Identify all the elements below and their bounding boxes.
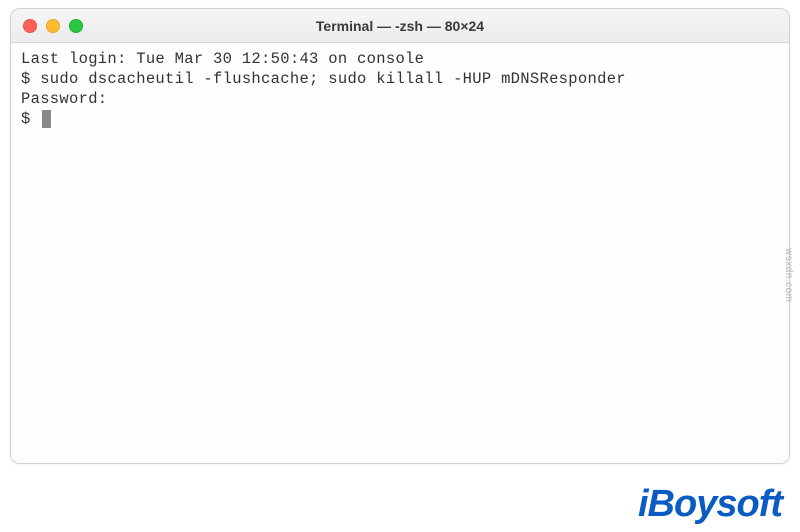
watermark-logo: iBoysoft <box>638 483 782 526</box>
terminal-line-password: Password: <box>21 89 779 109</box>
source-label: wsxdn.com <box>783 248 794 303</box>
window-title: Terminal — -zsh — 80×24 <box>11 18 789 34</box>
terminal-line-last-login: Last login: Tue Mar 30 12:50:43 on conso… <box>21 49 779 69</box>
terminal-body[interactable]: Last login: Tue Mar 30 12:50:43 on conso… <box>11 43 789 463</box>
maximize-icon[interactable] <box>69 19 83 33</box>
terminal-window: Terminal — -zsh — 80×24 Last login: Tue … <box>10 8 790 464</box>
cursor-icon <box>42 110 51 128</box>
minimize-icon[interactable] <box>46 19 60 33</box>
title-bar: Terminal — -zsh — 80×24 <box>11 9 789 43</box>
terminal-line-prompt: $ <box>21 109 779 129</box>
close-icon[interactable] <box>23 19 37 33</box>
prompt-symbol: $ <box>21 110 40 128</box>
traffic-lights <box>23 19 83 33</box>
terminal-line-command: $ sudo dscacheutil -flushcache; sudo kil… <box>21 69 779 89</box>
